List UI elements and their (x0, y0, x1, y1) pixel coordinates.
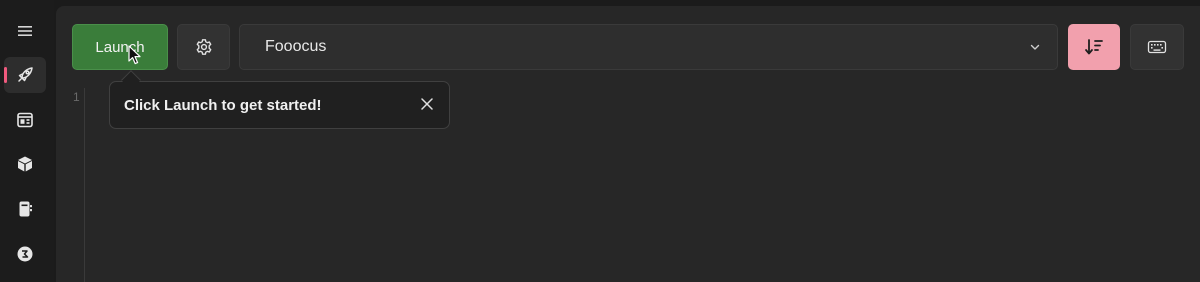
console-gutter-divider (84, 88, 85, 282)
sidebar-item-packages[interactable] (4, 146, 46, 182)
keyboard-icon (1147, 40, 1167, 54)
sidebar-item-notebook[interactable] (4, 191, 46, 227)
gear-icon (196, 39, 211, 55)
package-select-value: Fooocus (265, 38, 327, 55)
sidebar-item-browser[interactable] (4, 102, 46, 138)
active-indicator (4, 67, 7, 83)
chevron-down-icon (1030, 44, 1040, 50)
package-select[interactable]: Fooocus (239, 24, 1058, 70)
close-icon (421, 98, 433, 110)
package-box-icon (18, 156, 32, 172)
sidebar-item-launch[interactable] (4, 57, 46, 93)
teaching-tip-close-button[interactable] (419, 96, 435, 112)
sort-descending-icon (1085, 39, 1103, 55)
teaching-tip: Click Launch to get started! (109, 81, 450, 129)
browser-window-icon (17, 112, 33, 128)
rocket-icon (18, 67, 33, 82)
sort-button[interactable] (1068, 24, 1120, 70)
launch-button[interactable]: Launch (72, 24, 168, 70)
civitai-icon (17, 246, 33, 262)
teaching-tip-message: Click Launch to get started! (124, 97, 322, 114)
console-line-number: 1 (73, 90, 80, 104)
sidebar (0, 0, 54, 282)
sidebar-item-civitai[interactable] (4, 236, 46, 272)
keyboard-button[interactable] (1130, 24, 1184, 70)
settings-button[interactable] (177, 24, 230, 70)
notebook-icon (19, 201, 32, 217)
hamburger-menu-icon (18, 26, 32, 36)
hamburger-menu-button[interactable] (4, 13, 46, 49)
